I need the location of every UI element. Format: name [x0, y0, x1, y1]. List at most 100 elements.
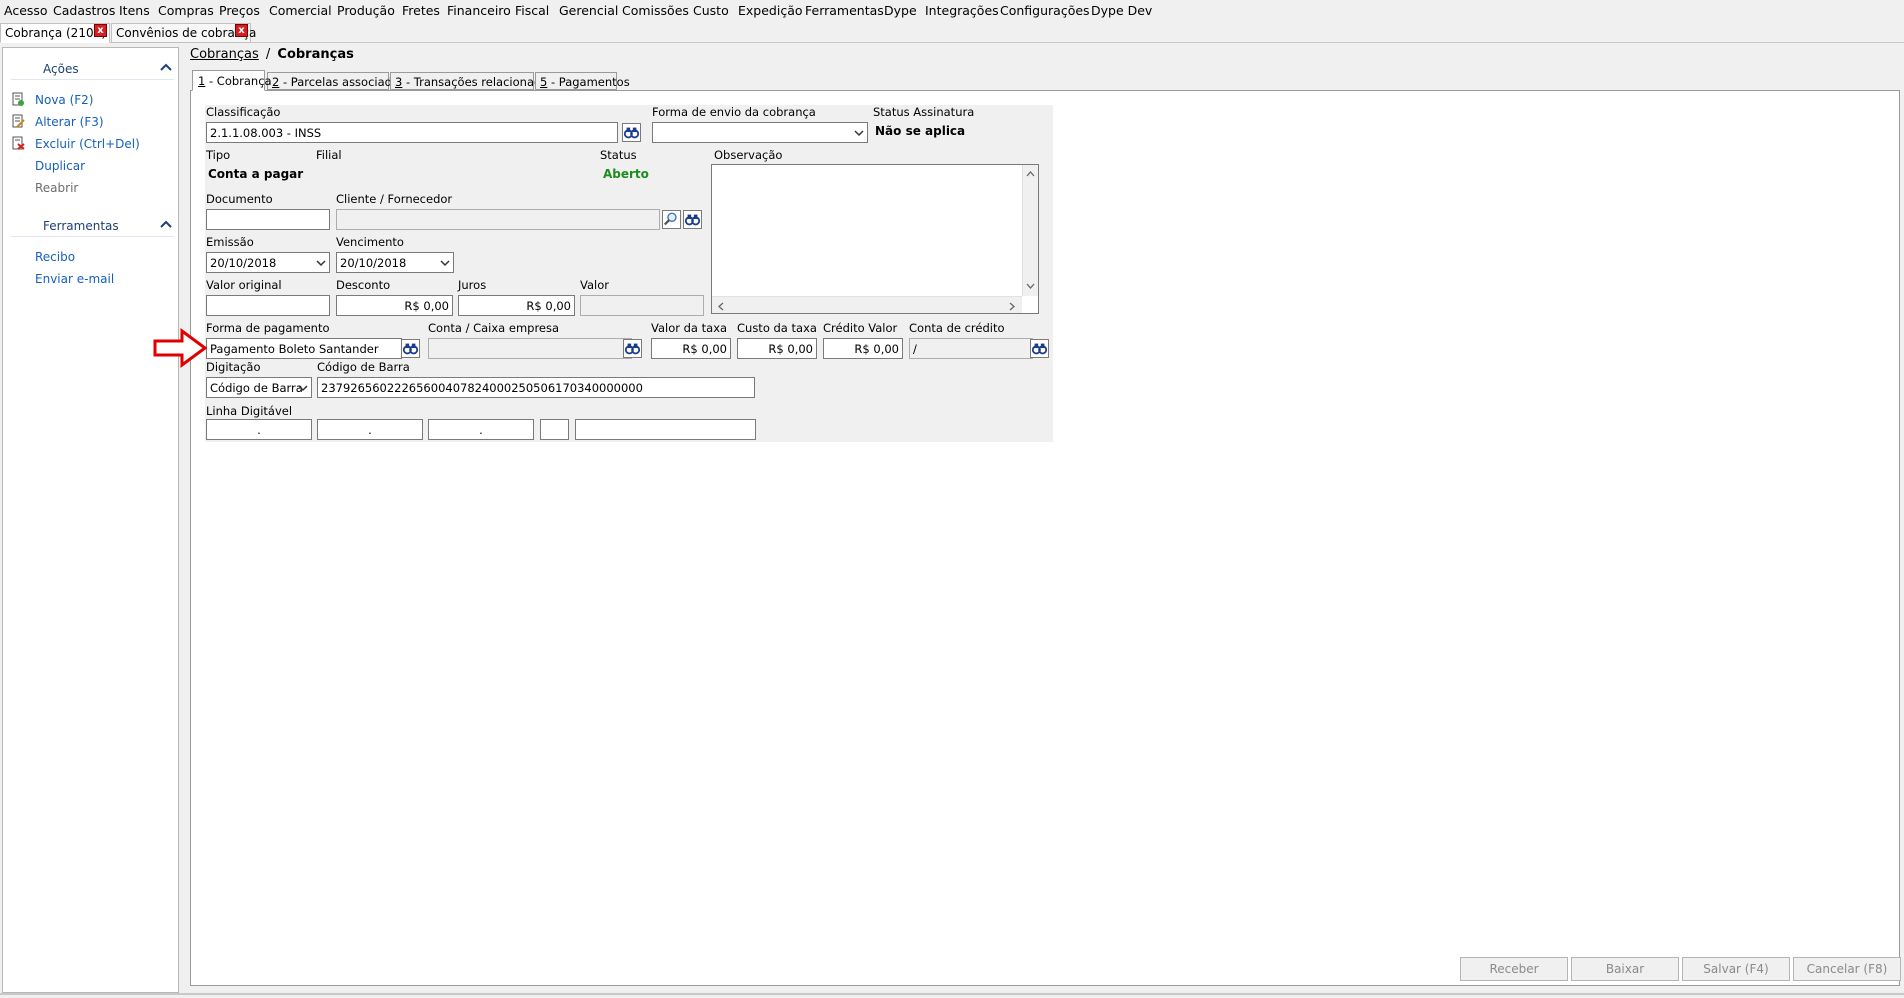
tab-transacoes[interactable]: 3 - Transações relacionadas [390, 72, 554, 90]
menu-fretes[interactable]: Fretes [402, 3, 440, 18]
sidebar-item-enviar-email[interactable]: Enviar e-mail [35, 272, 114, 286]
desconto-field[interactable]: R$ 0,00 [336, 295, 453, 316]
observacao-textarea[interactable] [711, 164, 1039, 314]
chevron-up-icon[interactable] [160, 62, 172, 72]
tab-cobranca[interactable]: 1 - Cobrança [192, 70, 272, 91]
valor-taxa-field[interactable]: R$ 0,00 [651, 338, 731, 359]
menu-comissoes[interactable]: Comissões [622, 3, 689, 18]
menu-integracoes[interactable]: Integrações [925, 3, 999, 18]
breadcrumb-link[interactable]: Cobranças [190, 47, 259, 62]
menu-dype[interactable]: Dype [884, 3, 917, 18]
sidebar-item-duplicar[interactable]: Duplicar [35, 159, 85, 173]
conta-caixa-label: Conta / Caixa empresa [428, 321, 560, 335]
receber-button[interactable]: Receber [1460, 957, 1568, 981]
menu-dype-dev[interactable]: Dype Dev [1091, 3, 1152, 18]
vencimento-date-picker[interactable]: 20/10/2018 [336, 252, 454, 273]
sidebar-item-alterar[interactable]: Alterar (F3) [35, 115, 104, 129]
vencimento-label: Vencimento [336, 235, 404, 249]
chevron-down-icon[interactable] [440, 259, 450, 267]
documento-field[interactable] [206, 209, 330, 230]
status-assinatura-value: Não se aplica [875, 124, 966, 138]
menu-cadastros[interactable]: Cadastros [53, 3, 115, 18]
chevron-left-icon[interactable] [717, 302, 724, 311]
binoculars-icon[interactable] [683, 210, 702, 229]
binoculars-icon[interactable] [1030, 339, 1049, 358]
doctab-convenios[interactable]: Convênios de cobrança [111, 23, 256, 43]
menu-gerencial[interactable]: Gerencial [559, 3, 618, 18]
sidebar-item-recibo[interactable]: Recibo [35, 250, 75, 264]
conta-caixa-field[interactable] [428, 338, 632, 359]
cliente-fornecedor-field[interactable] [336, 209, 660, 230]
salvar-button[interactable]: Salvar (F4) [1682, 957, 1790, 981]
sidebar-item-nova[interactable]: Nova (F2) [35, 93, 94, 107]
sidebar: Ações Nova (F2) Alterar (F3) Excluir (Ct… [2, 47, 179, 993]
sidebar-section-acoes[interactable]: Ações [11, 58, 174, 80]
menu-acesso[interactable]: Acesso [4, 3, 48, 18]
menu-fiscal[interactable]: Fiscal [515, 3, 549, 18]
close-icon[interactable]: x [235, 24, 248, 37]
linha-digitavel-part-1[interactable]: . [206, 419, 312, 440]
sidebar-item-reabrir[interactable]: Reabrir [35, 181, 78, 195]
emissao-date-picker[interactable]: 20/10/2018 [206, 252, 330, 273]
delete-document-icon [12, 136, 25, 150]
linha-digitavel-part-3[interactable]: . [428, 419, 534, 440]
chevron-right-icon[interactable] [1009, 302, 1016, 311]
search-icon[interactable] [662, 210, 681, 229]
menu-expedicao[interactable]: Expedição [738, 3, 803, 18]
linha-digitavel-part-2[interactable]: . [317, 419, 423, 440]
menu-precos[interactable]: Preços [219, 3, 260, 18]
cancelar-button[interactable]: Cancelar (F8) [1793, 957, 1901, 981]
window-bottom-border [0, 993, 1904, 995]
codigo-barra-label: Código de Barra [317, 360, 410, 374]
chevron-down-icon[interactable] [1026, 283, 1035, 290]
binoculars-icon[interactable] [622, 123, 641, 142]
conta-credito-field[interactable]: / [909, 338, 1033, 359]
tab-parcelas[interactable]: 2 - Parcelas associadas [267, 72, 405, 90]
chevron-down-icon[interactable] [854, 129, 864, 137]
menu-itens[interactable]: Itens [119, 3, 150, 18]
forma-envio-select[interactable] [652, 122, 868, 143]
menu-configuracoes[interactable]: Configurações [1000, 3, 1090, 18]
sidebar-section-ferramentas[interactable]: Ferramentas [11, 215, 174, 237]
chevron-down-icon[interactable] [316, 259, 326, 267]
valor-original-field[interactable] [206, 295, 330, 316]
main-content: Cobranças / Cobranças 1 - Cobrança 2 - P… [190, 47, 1904, 998]
juros-label: Juros [458, 278, 487, 292]
chevron-up-icon[interactable] [1026, 170, 1035, 177]
menu-producao[interactable]: Produção [337, 3, 395, 18]
vertical-scrollbar[interactable] [1022, 165, 1038, 296]
close-icon[interactable]: x [94, 24, 107, 37]
chevron-up-icon[interactable] [160, 219, 172, 229]
menu-custo[interactable]: Custo [693, 3, 729, 18]
menu-ferramentas[interactable]: Ferramentas [805, 3, 884, 18]
sidebar-item-excluir[interactable]: Excluir (Ctrl+Del) [35, 137, 140, 151]
tab-pagamentos[interactable]: 5 - Pagamentos [535, 72, 630, 90]
digitacao-select[interactable]: Código de Barra [206, 377, 312, 398]
credito-valor-label: Crédito Valor [823, 321, 898, 335]
custo-taxa-label: Custo da taxa [737, 321, 817, 335]
juros-field[interactable]: R$ 0,00 [458, 295, 575, 316]
linha-digitavel-part-4[interactable] [540, 419, 569, 440]
status-assinatura-label: Status Assinatura [873, 105, 975, 119]
forma-pagamento-field[interactable]: Pagamento Boleto Santander [206, 338, 402, 359]
codigo-barra-field[interactable]: 2379265602226560040782400025050617034000… [317, 377, 755, 398]
chevron-down-icon[interactable] [298, 384, 308, 392]
classificacao-label: Classificação [206, 105, 281, 119]
document-tab-strip: Cobrança (2100) x Convênios de cobrança … [0, 21, 1904, 43]
credito-valor-field[interactable]: R$ 0,00 [823, 338, 903, 359]
linha-digitavel-part-5[interactable] [575, 419, 756, 440]
menu-compras[interactable]: Compras [158, 3, 214, 18]
binoculars-icon[interactable] [401, 339, 420, 358]
observacao-label: Observação [714, 148, 783, 162]
binoculars-icon[interactable] [623, 339, 642, 358]
custo-taxa-field[interactable]: R$ 0,00 [737, 338, 817, 359]
horizontal-scrollbar[interactable] [712, 296, 1022, 313]
linha-digitavel-label: Linha Digitável [206, 404, 293, 418]
classificacao-field[interactable]: 2.1.1.08.003 - INSS [206, 122, 618, 143]
menu-financeiro[interactable]: Financeiro [447, 3, 511, 18]
menu-comercial[interactable]: Comercial [269, 3, 332, 18]
baixar-button[interactable]: Baixar [1571, 957, 1679, 981]
valor-field[interactable] [580, 295, 704, 316]
documento-label: Documento [206, 192, 273, 206]
doctab-cobranca-label: Cobrança (2100) [5, 26, 106, 40]
